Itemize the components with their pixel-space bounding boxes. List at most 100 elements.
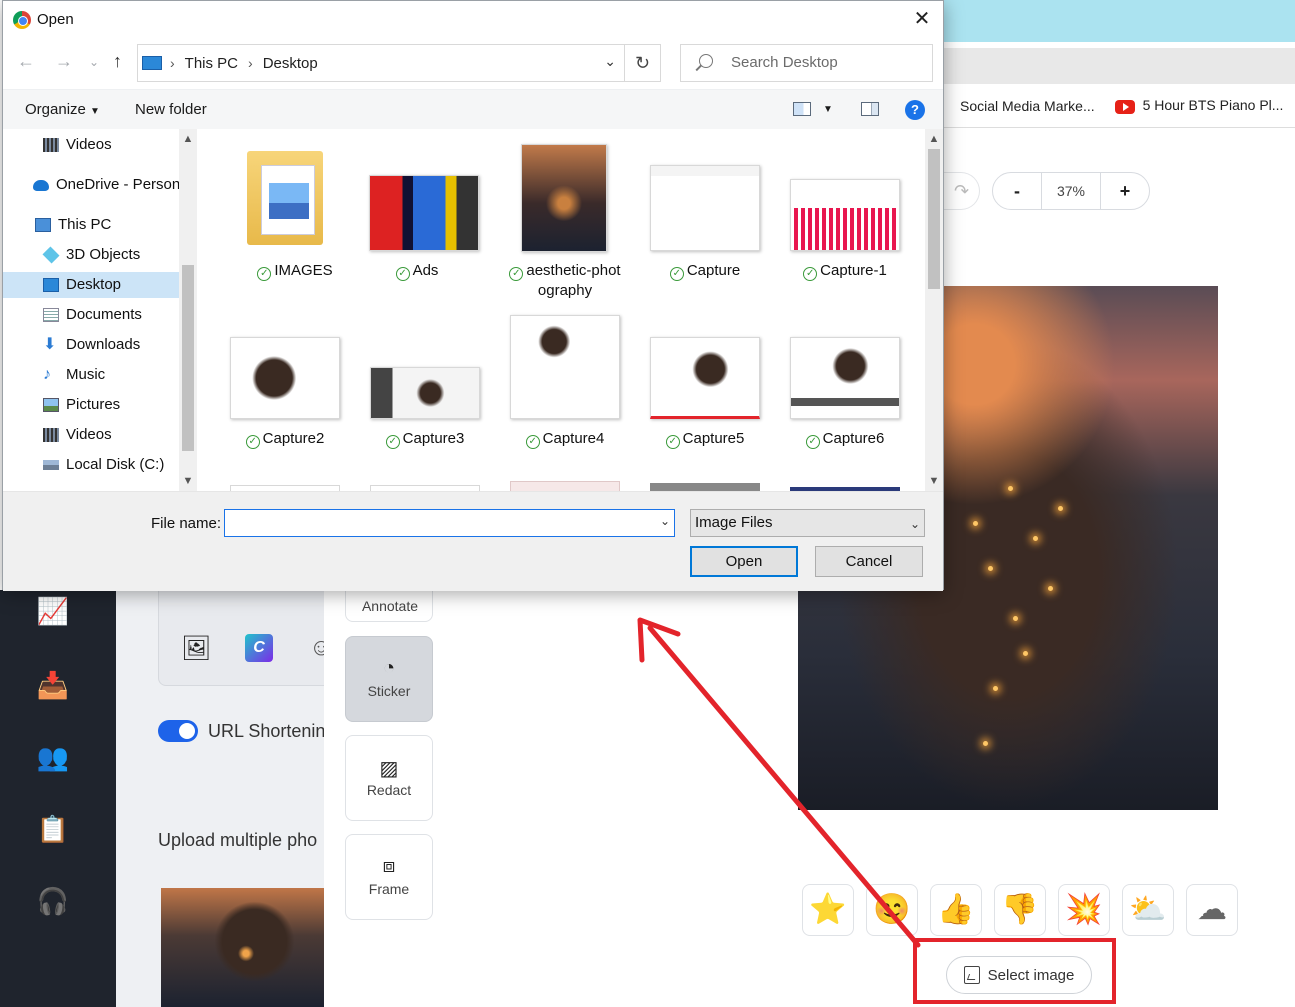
chart-thumbnail xyxy=(790,179,900,251)
help-icon[interactable]: ? xyxy=(905,100,925,120)
breadcrumb-desktop[interactable]: Desktop xyxy=(263,55,318,72)
file-list: ✓ IMAGES ✓ Ads ✓ aesthetic-phot ography ✓ Ca… xyxy=(199,129,924,491)
nav-item-documents[interactable]: Documents xyxy=(3,302,179,328)
cancel-button[interactable]: Cancel xyxy=(815,546,923,577)
address-bar[interactable]: › This PC › Desktop ⌄ ↻ xyxy=(137,44,661,82)
nav-label: OneDrive - Person xyxy=(56,176,179,193)
back-arrow-icon[interactable]: ← xyxy=(17,51,35,72)
synced-check-icon: ✓ xyxy=(509,267,524,281)
file-name-input[interactable]: ⌄ xyxy=(224,509,675,537)
view-dropdown-icon[interactable]: ▼ xyxy=(823,104,833,115)
nav-scrollbar[interactable]: ▲ ▼ xyxy=(179,129,197,491)
file-label: IMAGES xyxy=(274,262,333,279)
nav-item-pictures[interactable]: Pictures xyxy=(3,392,179,418)
file-item[interactable]: ✓ Capture2 xyxy=(209,309,349,469)
file-name: ✓ Capture2 xyxy=(209,429,361,449)
forward-arrow-icon[interactable]: → xyxy=(55,51,73,72)
organize-menu[interactable]: Organize ▼ xyxy=(25,101,100,118)
refresh-icon[interactable]: ↻ xyxy=(624,45,660,81)
view-options-icon[interactable] xyxy=(793,102,811,116)
pc-icon xyxy=(142,56,162,70)
file-name: ✓ Capture-1 xyxy=(769,261,921,281)
synced-check-icon: ✓ xyxy=(257,267,272,281)
capture5-thumbnail xyxy=(650,337,760,419)
file-item[interactable]: ✓ Capture6 xyxy=(769,309,909,469)
nav-item-music[interactable]: ♪ Music xyxy=(3,362,179,388)
file-label: Capture2 xyxy=(262,430,325,447)
document-icon xyxy=(43,308,59,323)
download-icon: ⬇ xyxy=(43,336,57,354)
file-item[interactable]: ✓ Ads xyxy=(349,139,489,299)
dialog-nav-row: ← → ⌄ ↑ › This PC › Desktop ⌄ ↻ Search D… xyxy=(3,39,943,89)
organize-label: Organize xyxy=(25,101,86,118)
pc-icon xyxy=(35,218,51,233)
new-folder-button[interactable]: New folder xyxy=(135,101,207,118)
nav-label: Documents xyxy=(66,306,142,323)
nav-item-videos-2[interactable]: Videos xyxy=(3,422,179,448)
nav-label: Downloads xyxy=(66,336,141,353)
file-item-partial[interactable] xyxy=(510,481,620,491)
nav-item-this-pc[interactable]: This PC xyxy=(3,212,179,238)
video-icon xyxy=(43,138,59,153)
file-name: ✓ Capture4 xyxy=(489,429,641,449)
search-input[interactable]: Search Desktop xyxy=(680,44,933,82)
chevron-down-icon[interactable]: ⌄ xyxy=(660,514,670,528)
file-label: Capture3 xyxy=(402,430,465,447)
synced-check-icon: ✓ xyxy=(805,435,820,449)
video-icon xyxy=(43,428,59,443)
file-item-partial[interactable] xyxy=(650,483,760,491)
file-item[interactable]: ✓ Capture-1 xyxy=(769,139,909,299)
breadcrumb-separator: › xyxy=(248,55,253,71)
music-icon: ♪ xyxy=(43,366,51,384)
breadcrumb-this-pc[interactable]: This PC xyxy=(185,55,238,72)
capture4-thumbnail xyxy=(510,315,620,419)
file-item[interactable]: ✓ Capture4 xyxy=(489,309,629,469)
nav-item-local-disk[interactable]: Local Disk (C:) xyxy=(3,452,179,478)
chevron-down-icon[interactable]: ⌄ xyxy=(604,53,616,70)
chevron-down-icon: ⌄ xyxy=(909,517,920,531)
nav-item-onedrive[interactable]: OneDrive - Person xyxy=(3,172,179,198)
recent-locations-icon[interactable]: ⌄ xyxy=(89,55,99,69)
file-name: ✓ Capture xyxy=(629,261,781,281)
nav-label: Videos xyxy=(66,426,112,443)
file-item[interactable]: ✓ Capture3 xyxy=(349,309,489,469)
file-item[interactable]: ✓ Capture5 xyxy=(629,309,769,469)
scroll-up-icon[interactable]: ▲ xyxy=(925,133,943,145)
file-name-label: File name: xyxy=(151,515,222,532)
dropdown-arrow-icon: ▼ xyxy=(90,106,100,117)
breadcrumb-separator: › xyxy=(170,55,175,71)
scroll-down-icon[interactable]: ▼ xyxy=(925,475,943,487)
scroll-down-icon[interactable]: ▼ xyxy=(179,475,197,487)
file-name: ✓ Ads xyxy=(341,261,493,281)
scroll-up-icon[interactable]: ▲ xyxy=(179,133,197,145)
disk-icon xyxy=(43,460,59,471)
preview-pane-icon[interactable] xyxy=(861,102,879,116)
files-scroll-thumb[interactable] xyxy=(928,149,940,289)
file-type-select[interactable]: Image Files ⌄ xyxy=(690,509,925,537)
navigation-pane: Videos OneDrive - Person This PC 3D Obje… xyxy=(3,129,179,491)
up-arrow-icon[interactable]: ↑ xyxy=(113,51,122,72)
file-item[interactable]: ✓ aesthetic-phot ography xyxy=(489,139,629,299)
chrome-icon xyxy=(13,11,31,29)
nav-label: Music xyxy=(66,366,106,383)
folder-icon xyxy=(247,151,323,245)
nav-item-downloads[interactable]: ⬇ Downloads xyxy=(3,332,179,358)
file-item[interactable]: ✓ Capture xyxy=(629,139,769,299)
close-button[interactable]: ✕ xyxy=(911,7,933,31)
folder-picture xyxy=(269,183,309,219)
file-type-value: Image Files xyxy=(695,514,773,531)
nav-label: This PC xyxy=(58,216,112,233)
capture6-thumbnail xyxy=(790,337,900,419)
synced-check-icon: ✓ xyxy=(385,435,400,449)
nav-item-desktop[interactable]: Desktop xyxy=(3,272,179,298)
synced-check-icon: ✓ xyxy=(525,435,540,449)
file-name: ✓ Capture3 xyxy=(349,429,501,449)
nav-item-videos[interactable]: Videos xyxy=(3,132,179,158)
files-scrollbar[interactable]: ▲ ▼ xyxy=(925,129,943,491)
open-button[interactable]: Open xyxy=(690,546,798,577)
file-name: ✓ aesthetic-phot ography xyxy=(489,261,641,301)
nav-scroll-thumb[interactable] xyxy=(182,265,194,451)
nav-label: Local Disk (C:) xyxy=(66,456,165,473)
file-name: ✓ Capture5 xyxy=(629,429,781,449)
nav-item-3d-objects[interactable]: 3D Objects xyxy=(3,242,179,268)
